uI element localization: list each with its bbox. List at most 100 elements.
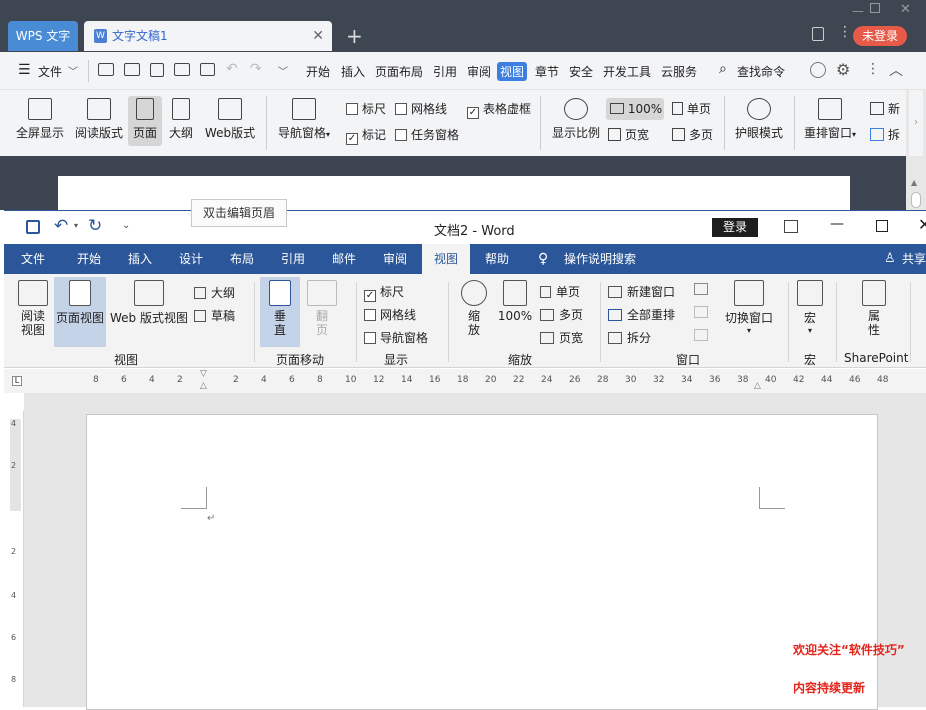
pdf-icon[interactable] [150, 63, 164, 77]
share-button[interactable]: 共享 [902, 244, 926, 274]
chevron-down-icon[interactable]: ﹀ [68, 63, 78, 78]
save-icon[interactable] [124, 63, 140, 76]
menu-review[interactable]: 审阅 [467, 63, 491, 80]
menu-reference[interactable]: 引用 [433, 63, 457, 80]
customize-qat-icon[interactable]: ⌄ [122, 220, 130, 231]
page-width-button[interactable]: 页宽 [540, 329, 583, 346]
minimize-icon[interactable]: — [852, 4, 864, 18]
redo-icon[interactable]: ↷ [250, 61, 262, 77]
wps-app-tab[interactable]: WPS 文字 [8, 21, 78, 51]
menu-file[interactable]: 文件 [38, 63, 62, 80]
draft-button[interactable]: 草稿 [194, 307, 235, 324]
lightbulb-icon[interactable]: ♀ [538, 244, 548, 274]
menu-insert[interactable]: 插入 [341, 63, 365, 80]
one-page-button[interactable]: 单页 [540, 283, 580, 300]
wps-doc-tab[interactable]: W 文字文稿1 ✕ [84, 21, 332, 51]
vertical-button[interactable]: 垂 直 [260, 277, 300, 347]
undo-dropdown-icon[interactable]: ▾ [74, 221, 78, 230]
print-preview-icon[interactable] [200, 63, 215, 76]
customize-icon[interactable]: ﹀ [278, 63, 288, 78]
menu-cloud[interactable]: 云服务 [661, 63, 697, 80]
close-window-icon[interactable]: ✕ [900, 2, 911, 17]
gear-icon[interactable]: ⚙ [836, 60, 850, 79]
single-page-button[interactable]: 单页 [672, 100, 711, 117]
wps-login-button[interactable]: 未登录 [853, 26, 907, 46]
first-line-indent-icon[interactable]: ▽ [200, 369, 207, 379]
menu-view[interactable]: 视图 [497, 62, 528, 81]
hanging-indent-icon[interactable]: △ [200, 381, 207, 391]
tab-file[interactable]: 文件 [4, 244, 62, 274]
gridlines-checkbox[interactable]: 网格线 [364, 306, 416, 323]
window-layout-icon[interactable] [812, 27, 824, 41]
arrange-all-button[interactable]: 全部重排 [608, 306, 675, 323]
undo-icon[interactable]: ↶ [226, 61, 238, 77]
tab-help[interactable]: 帮助 [485, 244, 509, 274]
view-side-by-side-icon[interactable] [694, 283, 708, 295]
ribbon-display-icon[interactable] [784, 220, 798, 233]
tab-mailings[interactable]: 邮件 [332, 244, 356, 274]
menu-layout[interactable]: 页面布局 [375, 63, 423, 80]
tab-selector-icon[interactable]: L [12, 376, 22, 386]
menu-start[interactable]: 开始 [306, 63, 330, 80]
find-command[interactable]: 查找命令 [737, 63, 785, 80]
vertical-ruler[interactable]: 4 2 2 4 6 8 [8, 411, 24, 707]
multi-page-button[interactable]: 多页 [672, 126, 713, 143]
web-layout-button[interactable]: Web版式 [202, 98, 258, 141]
new-window-button[interactable]: 新建窗口 [608, 283, 675, 300]
switch-windows-button[interactable]: 切换窗口 ▾ [720, 280, 778, 335]
menu-section[interactable]: 章节 [535, 63, 559, 80]
tab-view[interactable]: 视图 [422, 244, 470, 274]
tab-references[interactable]: 引用 [281, 244, 305, 274]
ruler-checkbox[interactable]: 标尺 [346, 100, 386, 117]
nav-pane-button[interactable]: 导航窗格▾ [274, 98, 334, 141]
ribbon-scroll-right-icon[interactable]: › [909, 90, 923, 156]
scroll-up-icon[interactable]: ▲ [911, 178, 917, 187]
menu-security[interactable]: 安全 [569, 63, 593, 80]
tell-me-search[interactable]: 操作说明搜索 [564, 244, 636, 274]
feedback-icon[interactable] [810, 62, 826, 78]
reset-window-icon[interactable] [694, 329, 708, 341]
rearrange-window-button[interactable]: 重排窗口▾ [800, 98, 860, 141]
fullscreen-button[interactable]: 全屏显示 [14, 98, 66, 141]
minimize-icon[interactable]: — [830, 216, 844, 232]
collapse-ribbon-icon[interactable]: ︿ [889, 60, 903, 80]
redo-icon[interactable]: ↻ [88, 216, 102, 236]
gridlines-checkbox[interactable]: 网格线 [395, 100, 447, 117]
ruler-checkbox[interactable]: ✓ 标尺 [364, 283, 404, 302]
mark-checkbox[interactable]: ✓ 标记 [346, 126, 386, 145]
table-grid-checkbox[interactable]: ✓ 表格虚框 [467, 100, 531, 119]
search-icon[interactable]: ⌕ [719, 61, 727, 77]
print-icon[interactable] [174, 63, 190, 76]
tab-insert[interactable]: 插入 [128, 244, 152, 274]
person-icon[interactable]: ♙ [884, 244, 896, 274]
hamburger-icon[interactable]: ☰ [18, 62, 31, 78]
task-pane-checkbox[interactable]: 任务窗格 [395, 126, 459, 143]
open-folder-icon[interactable] [98, 63, 114, 76]
maximize-icon[interactable] [870, 3, 880, 13]
split-button[interactable]: 拆分 [608, 329, 651, 346]
more-options-icon[interactable]: ⋮ [866, 61, 880, 77]
document-page[interactable]: ↵ [86, 414, 878, 710]
page-width-button[interactable]: 页宽 [608, 126, 649, 143]
tab-design[interactable]: 设计 [179, 244, 203, 274]
new-window-button[interactable]: 新 [870, 100, 900, 117]
split-button[interactable]: 拆 [870, 126, 900, 143]
print-layout-button[interactable]: 页面视图 [54, 277, 106, 347]
sync-scroll-icon[interactable] [694, 306, 708, 318]
tab-review[interactable]: 审阅 [383, 244, 407, 274]
menu-devtools[interactable]: 开发工具 [603, 63, 651, 80]
web-layout-button[interactable]: Web 版式视图 [108, 280, 190, 326]
scroll-thumb[interactable] [911, 192, 921, 208]
word-login-button[interactable]: 登录 [712, 218, 758, 237]
eye-protection-button[interactable]: 护眼模式 [732, 98, 786, 141]
tab-layout[interactable]: 布局 [230, 244, 254, 274]
maximize-icon[interactable] [876, 220, 888, 232]
zoom-100-button[interactable]: 100% [606, 98, 664, 120]
read-layout-button[interactable]: 阅读版式 [72, 98, 126, 141]
close-window-icon[interactable]: ✕ [918, 215, 926, 234]
zoom-100-button[interactable]: 100% [496, 280, 534, 323]
outline-button[interactable]: 大纲 [194, 284, 235, 301]
save-icon[interactable] [26, 220, 40, 234]
macros-button[interactable]: 宏 ▾ [794, 280, 826, 335]
side-to-side-button[interactable]: 翻 页 [304, 280, 340, 337]
